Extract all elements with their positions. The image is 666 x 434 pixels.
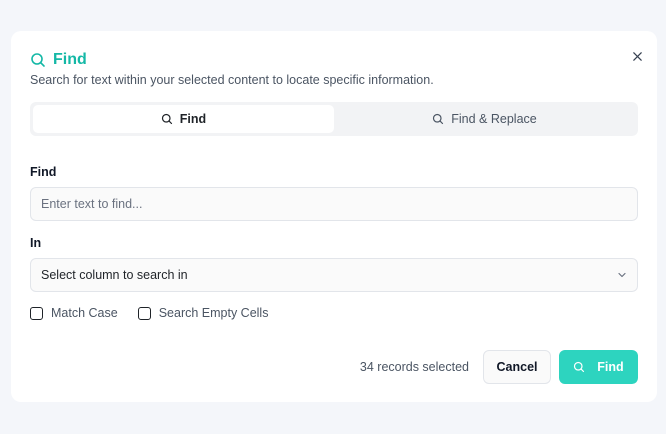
tab-find[interactable]: Find xyxy=(33,105,334,133)
dialog-title: Find xyxy=(53,51,87,68)
search-icon xyxy=(31,53,45,67)
find-button[interactable]: Find xyxy=(559,350,638,384)
match-case-checkbox[interactable] xyxy=(30,306,43,320)
match-case-option[interactable]: Match Case xyxy=(30,306,118,320)
dialog-description: Search for text within your selected con… xyxy=(30,73,434,87)
column-select-value: Select column to search in xyxy=(41,268,188,282)
search-icon xyxy=(161,113,172,125)
match-case-label: Match Case xyxy=(51,306,118,320)
search-icon xyxy=(433,113,444,125)
dialog-footer: 34 records selected Cancel Find xyxy=(360,350,638,384)
records-selected-count: 34 records selected xyxy=(359,360,469,374)
close-button[interactable] xyxy=(629,48,645,64)
close-icon xyxy=(632,51,642,61)
dialog-header: Find xyxy=(30,50,87,70)
tab-label: Find xyxy=(179,112,207,126)
find-label: Find xyxy=(30,165,57,179)
find-dialog: Find Search for text within your selecte… xyxy=(11,31,657,402)
in-label: In xyxy=(30,236,42,250)
tab-list: Find Find & Replace xyxy=(30,102,638,136)
search-empty-cells-option[interactable]: Search Empty Cells xyxy=(137,306,269,320)
search-icon xyxy=(574,361,585,373)
tab-label: Find & Replace xyxy=(451,112,537,126)
search-empty-cells-label: Search Empty Cells xyxy=(158,306,269,320)
search-options: Match Case Search Empty Cells xyxy=(30,306,268,320)
tab-find-replace[interactable]: Find & Replace xyxy=(334,105,635,133)
column-select[interactable]: Select column to search in xyxy=(30,258,638,292)
search-empty-cells-checkbox[interactable] xyxy=(137,306,151,320)
cancel-button[interactable]: Cancel xyxy=(483,350,551,384)
find-input[interactable] xyxy=(30,187,638,221)
find-button-label: Find xyxy=(597,360,624,374)
chevron-down-icon xyxy=(618,272,626,278)
